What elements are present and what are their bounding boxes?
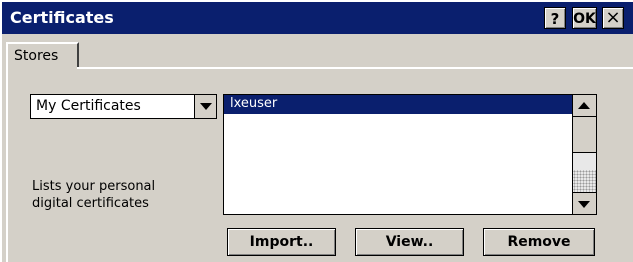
tab-join: [8, 67, 77, 69]
scroll-down-button[interactable]: [573, 192, 596, 214]
store-dropdown-value: My Certificates: [36, 98, 141, 114]
scroll-thumb[interactable]: [573, 117, 596, 153]
help-button[interactable]: ?: [544, 7, 566, 29]
view-button[interactable]: View..: [355, 228, 464, 256]
ok-button[interactable]: OK: [572, 7, 597, 29]
certificate-list[interactable]: lxeuser: [223, 94, 597, 215]
description-line-1: Lists your personal: [32, 179, 156, 194]
title-bar: Certificates ? OK ×: [2, 2, 633, 34]
description-line-2: digital certificates: [32, 196, 149, 211]
close-button[interactable]: ×: [602, 7, 624, 29]
arrow-up-icon: [578, 102, 590, 109]
store-dropdown[interactable]: My Certificates: [30, 94, 217, 119]
import-button[interactable]: Import..: [227, 228, 336, 256]
vertical-scrollbar[interactable]: [572, 95, 596, 214]
store-description: Lists your personal digital certificates: [32, 178, 155, 212]
dropdown-arrow-button[interactable]: [194, 95, 216, 118]
scroll-track-pattern: [573, 170, 596, 192]
chevron-down-icon: [200, 103, 212, 110]
remove-button[interactable]: Remove: [483, 228, 595, 256]
list-item[interactable]: lxeuser: [224, 95, 572, 114]
tab-stores[interactable]: Stores: [6, 42, 79, 68]
window-title: Certificates: [10, 8, 114, 27]
arrow-down-icon: [578, 201, 590, 208]
scroll-up-button[interactable]: [573, 95, 596, 117]
